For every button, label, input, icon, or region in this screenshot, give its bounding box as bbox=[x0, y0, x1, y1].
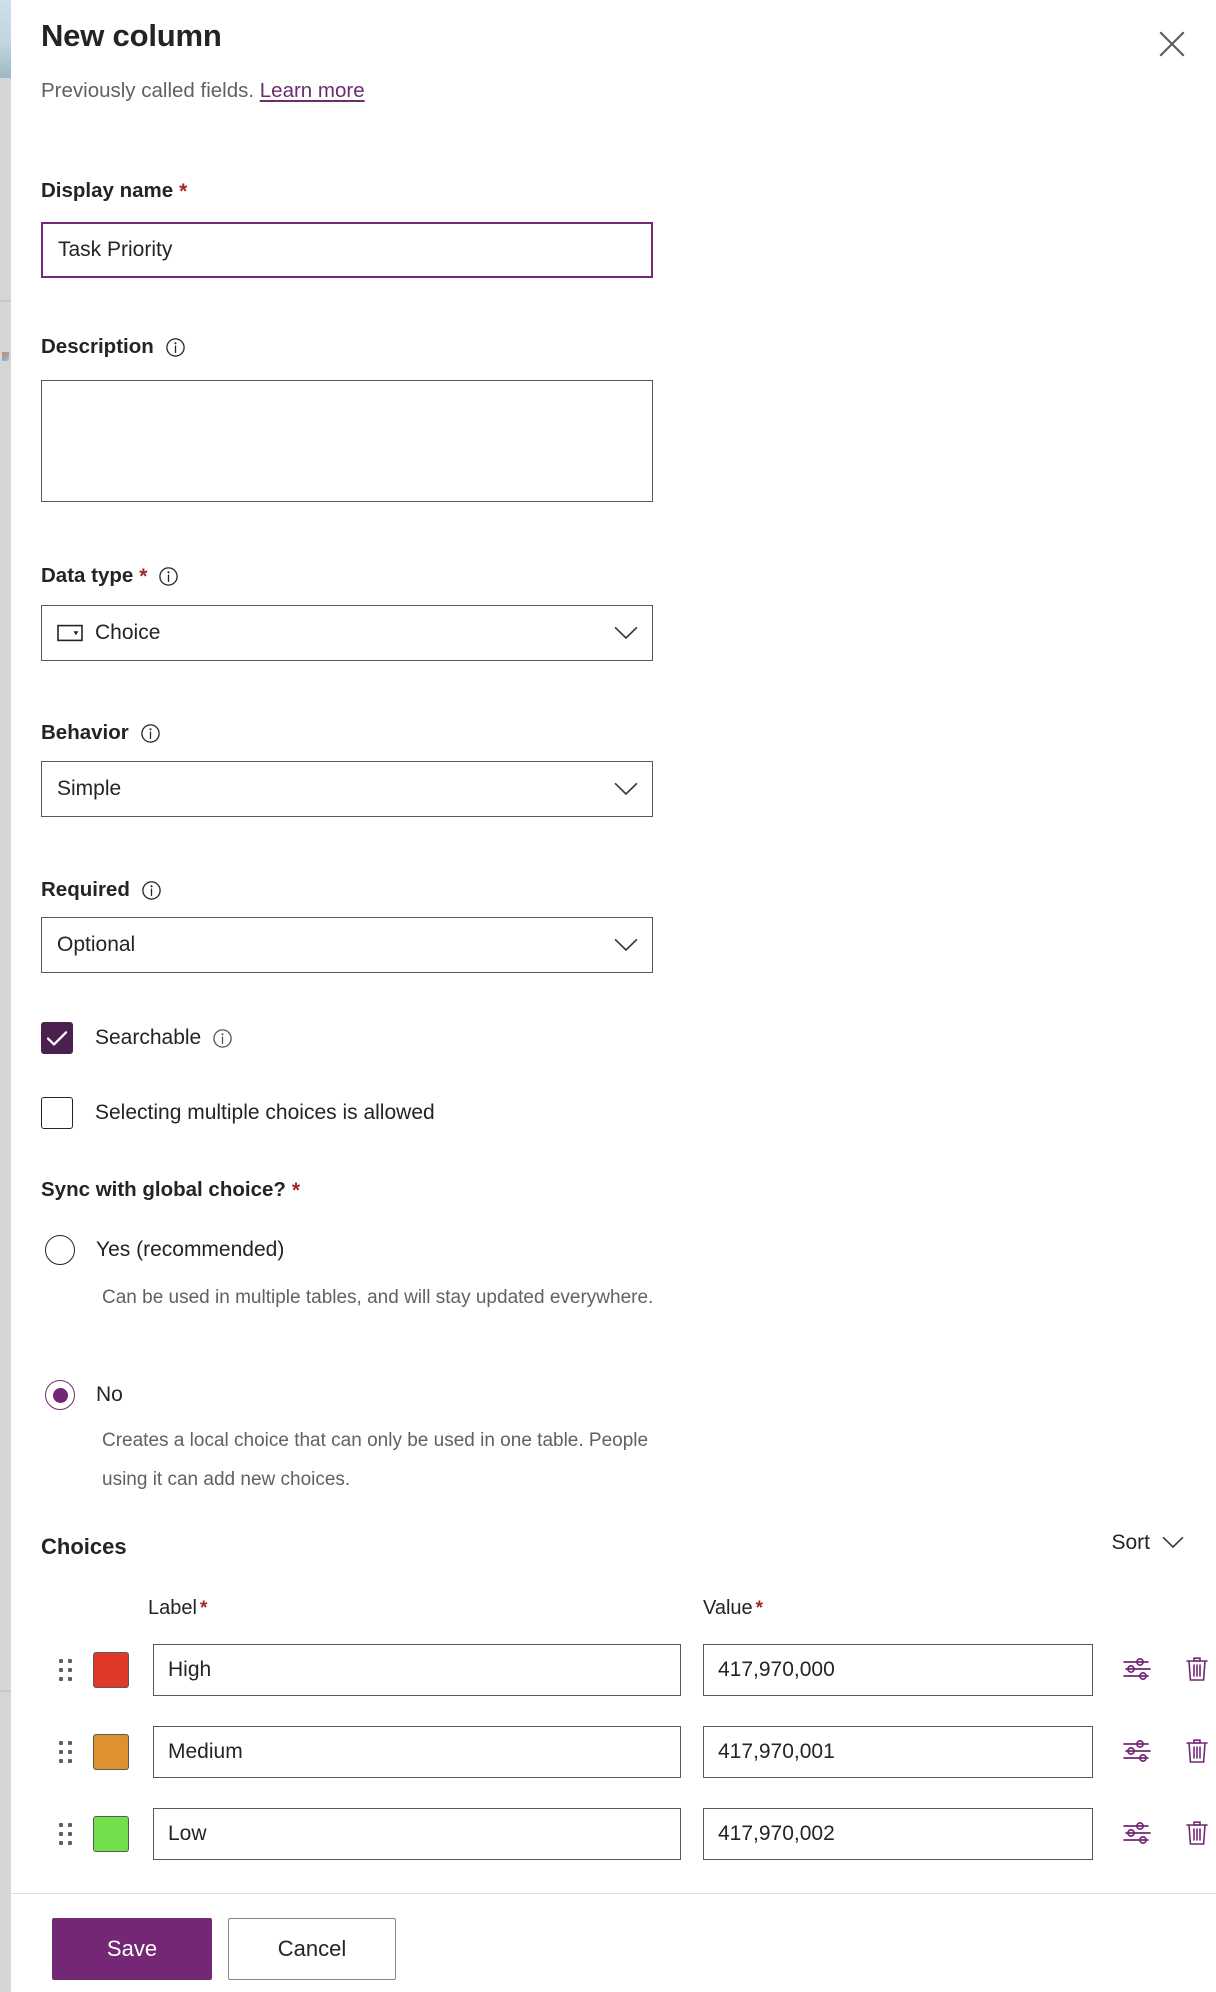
radio-yes-help: Can be used in multiple tables, and will… bbox=[102, 1287, 654, 1308]
background-artifact bbox=[2, 352, 9, 361]
trash-delete-icon bbox=[1184, 1737, 1210, 1768]
choice-settings-button[interactable] bbox=[1117, 1650, 1157, 1690]
cancel-button[interactable]: Cancel bbox=[228, 1918, 396, 1980]
choice-label-input[interactable] bbox=[153, 1644, 681, 1696]
radio-no-label: No bbox=[96, 1383, 123, 1406]
choice-delete-button[interactable] bbox=[1177, 1650, 1216, 1690]
display-name-label: Display name * bbox=[41, 179, 188, 203]
data-type-label: Data type * bbox=[41, 563, 179, 589]
choice-color-swatch[interactable] bbox=[93, 1816, 129, 1852]
choices-column-header-label: Label * bbox=[148, 1597, 208, 1619]
required-asterisk: * bbox=[179, 179, 188, 203]
searchable-row[interactable]: Searchable bbox=[41, 1022, 233, 1054]
choice-label-input[interactable] bbox=[153, 1726, 681, 1778]
required-asterisk: * bbox=[199, 1598, 208, 1619]
sync-global-label: Sync with global choice? * bbox=[41, 1178, 301, 1202]
data-type-value: Choice bbox=[95, 621, 161, 644]
choice-row bbox=[11, 1806, 1216, 1862]
choices-column-header-value: Value * bbox=[703, 1597, 764, 1619]
display-name-input[interactable] bbox=[41, 222, 653, 278]
chevron-down-icon bbox=[1162, 1531, 1184, 1555]
searchable-label: Searchable bbox=[95, 1026, 233, 1050]
multi-select-row[interactable]: Selecting multiple choices is allowed bbox=[41, 1097, 435, 1129]
drag-handle-icon[interactable] bbox=[59, 1739, 77, 1765]
required-asterisk: * bbox=[291, 1178, 301, 1202]
drag-handle-icon[interactable] bbox=[59, 1821, 77, 1847]
searchable-checkbox[interactable] bbox=[41, 1022, 73, 1054]
choice-delete-button[interactable] bbox=[1177, 1814, 1216, 1854]
trash-delete-icon bbox=[1184, 1655, 1210, 1686]
info-icon[interactable] bbox=[141, 880, 162, 901]
sliders-settings-icon bbox=[1122, 1738, 1152, 1767]
background-divider-top bbox=[0, 300, 11, 302]
choices-section-title: Choices bbox=[41, 1534, 127, 1559]
background-divider-bottom bbox=[0, 1690, 11, 1692]
multi-select-checkbox[interactable] bbox=[41, 1097, 73, 1129]
choice-color-swatch[interactable] bbox=[93, 1652, 129, 1688]
trash-delete-icon bbox=[1184, 1819, 1210, 1850]
panel-subtitle: Previously called fields. Learn more bbox=[41, 77, 365, 105]
info-icon[interactable] bbox=[212, 1028, 233, 1049]
chevron-down-icon bbox=[614, 782, 638, 796]
required-asterisk: * bbox=[755, 1598, 764, 1619]
choice-row bbox=[11, 1642, 1216, 1698]
page-background-sliver bbox=[0, 0, 11, 1992]
choice-row bbox=[11, 1724, 1216, 1780]
required-dropdown[interactable]: Optional bbox=[41, 917, 653, 973]
save-button[interactable]: Save bbox=[52, 1918, 212, 1980]
sync-global-option-yes[interactable]: Yes (recommended) bbox=[45, 1235, 284, 1265]
info-icon[interactable] bbox=[140, 723, 161, 744]
behavior-value: Simple bbox=[57, 777, 122, 800]
choice-settings-button[interactable] bbox=[1117, 1732, 1157, 1772]
sliders-settings-icon bbox=[1122, 1820, 1152, 1849]
radio-no[interactable] bbox=[45, 1380, 75, 1410]
description-textarea[interactable] bbox=[41, 380, 653, 502]
footer-divider bbox=[11, 1893, 1216, 1894]
choice-value-input[interactable] bbox=[703, 1644, 1093, 1696]
background-top-banner bbox=[0, 0, 11, 78]
choice-delete-button[interactable] bbox=[1177, 1732, 1216, 1772]
info-icon[interactable] bbox=[165, 337, 186, 358]
choice-value-input[interactable] bbox=[703, 1726, 1093, 1778]
choice-icon bbox=[57, 623, 83, 643]
learn-more-link[interactable]: Learn more bbox=[260, 79, 365, 102]
close-button[interactable] bbox=[1144, 16, 1200, 72]
choice-value-input[interactable] bbox=[703, 1808, 1093, 1860]
page-title: New column bbox=[41, 18, 222, 53]
radio-yes-label: Yes (recommended) bbox=[96, 1238, 285, 1261]
background-body bbox=[0, 78, 11, 1992]
new-column-panel: New column Previously called fields. Lea… bbox=[11, 0, 1216, 1992]
chevron-down-icon bbox=[614, 626, 638, 640]
chevron-down-icon bbox=[614, 938, 638, 952]
sync-global-option-no[interactable]: No bbox=[45, 1380, 123, 1410]
radio-yes[interactable] bbox=[45, 1235, 75, 1265]
required-label: Required bbox=[41, 877, 162, 903]
required-value: Optional bbox=[57, 933, 136, 956]
sort-label: Sort bbox=[1111, 1531, 1150, 1554]
required-asterisk: * bbox=[139, 564, 148, 588]
choice-label-input[interactable] bbox=[153, 1808, 681, 1860]
choice-color-swatch[interactable] bbox=[93, 1734, 129, 1770]
info-icon[interactable] bbox=[158, 566, 179, 587]
sliders-settings-icon bbox=[1122, 1656, 1152, 1685]
drag-handle-icon[interactable] bbox=[59, 1657, 77, 1683]
multi-select-label: Selecting multiple choices is allowed bbox=[95, 1101, 435, 1124]
close-icon bbox=[1157, 29, 1187, 59]
description-label: Description bbox=[41, 334, 186, 360]
behavior-label: Behavior bbox=[41, 720, 161, 746]
behavior-dropdown[interactable]: Simple bbox=[41, 761, 653, 817]
radio-no-help: Creates a local choice that can only be … bbox=[102, 1430, 649, 1490]
subtitle-text: Previously called fields. bbox=[41, 79, 255, 102]
sort-button[interactable]: Sort bbox=[1105, 1530, 1190, 1556]
choice-settings-button[interactable] bbox=[1117, 1814, 1157, 1854]
data-type-dropdown[interactable]: Choice bbox=[41, 605, 653, 661]
